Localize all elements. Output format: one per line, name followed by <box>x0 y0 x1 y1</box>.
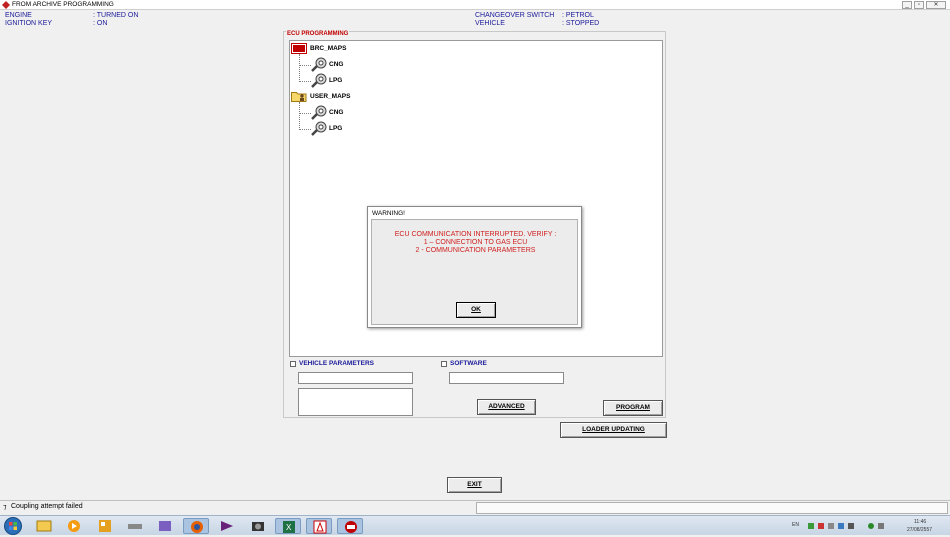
vehicle-parameters-label: VEHICLE PARAMETERS <box>299 360 374 367</box>
software-checkbox[interactable] <box>441 361 447 367</box>
status-message: Coupling attempt failed <box>11 503 83 510</box>
vehicle-value: : STOPPED <box>562 20 600 27</box>
tree-node-user-cng[interactable]: CNG <box>329 109 343 116</box>
software-field[interactable] <box>449 372 564 384</box>
vehicle-parameters-details[interactable] <box>298 388 413 416</box>
advanced-button[interactable]: ADVANCED <box>477 399 536 415</box>
dialog-message-line1: ECU COMMUNICATION INTERRUPTED. VERIFY : <box>394 231 557 238</box>
system-tray-icons[interactable] <box>808 521 888 531</box>
program-button[interactable]: PROGRAM <box>603 400 663 416</box>
maximize-button[interactable]: ▫ <box>914 1 924 9</box>
app-taskbar-icon[interactable] <box>92 518 118 534</box>
camera-taskbar-icon[interactable] <box>245 518 271 534</box>
dialog-title: WARNING! <box>372 210 405 217</box>
title-bar: FROM ARCHIVE PROGRAMMING _ ▫ ✕ <box>0 0 950 10</box>
tree-node-brc-lpg[interactable]: LPG <box>329 77 342 84</box>
vehicle-label: VEHICLE <box>475 20 505 27</box>
drive-taskbar-icon[interactable] <box>122 518 148 534</box>
close-button[interactable]: ✕ <box>926 1 946 9</box>
start-button-icon[interactable] <box>3 517 23 535</box>
vehicle-parameters-checkbox[interactable] <box>290 361 296 367</box>
status-panel <box>476 502 948 514</box>
ecu-programming-label: ECU PROGRAMMING <box>286 31 350 37</box>
language-indicator[interactable]: EN <box>792 522 799 528</box>
svg-text:X: X <box>286 523 292 532</box>
dialog-message-line2: 1 – CONNECTION TO GAS ECU <box>423 239 528 246</box>
brc-logo-icon <box>291 43 307 54</box>
tree-connector <box>299 54 300 82</box>
status-bar: ⁊ Coupling attempt failed <box>0 500 950 514</box>
wrench-icon <box>311 121 327 136</box>
ignition-value: : ON <box>93 20 108 27</box>
media-player-taskbar-icon[interactable] <box>61 518 87 534</box>
status-icon: ⁊ <box>3 504 7 511</box>
firefox-taskbar-icon[interactable] <box>183 518 209 534</box>
warning-dialog: WARNING! ECU COMMUNICATION INTERRUPTED. … <box>367 206 582 328</box>
wrench-icon <box>311 73 327 88</box>
tree-connector <box>299 102 300 130</box>
brc-app-icon <box>2 1 10 9</box>
explorer-taskbar-icon[interactable] <box>31 518 57 534</box>
ok-button[interactable]: OK <box>456 302 496 318</box>
window-title: FROM ARCHIVE PROGRAMMING <box>12 1 114 8</box>
folder-user-icon <box>291 92 307 102</box>
engine-value: : TURNED ON <box>93 12 139 19</box>
dialog-body: ECU COMMUNICATION INTERRUPTED. VERIFY : … <box>371 219 578 325</box>
clock-date[interactable]: 27/08/2557 <box>907 527 932 533</box>
exit-button[interactable]: EXIT <box>447 477 502 493</box>
engine-label: ENGINE <box>5 12 32 19</box>
visual-studio-taskbar-icon[interactable] <box>214 518 240 534</box>
changeover-value: : PETROL <box>562 12 594 19</box>
app-taskbar-icon[interactable] <box>152 518 178 534</box>
wrench-icon <box>311 105 327 120</box>
loader-updating-button[interactable]: LOADER UPDATING <box>560 422 667 438</box>
tree-node-user-lpg[interactable]: LPG <box>329 125 342 132</box>
excel-taskbar-icon[interactable]: X <box>275 518 301 534</box>
brc-taskbar-icon[interactable] <box>337 518 363 534</box>
ignition-label: IGNITION KEY <box>5 20 53 27</box>
vehicle-parameters-field[interactable] <box>298 372 413 384</box>
taskbar: X EN 11:46 27/08/2557 <box>0 515 950 535</box>
changeover-label: CHANGEOVER SWITCH <box>475 12 555 19</box>
tree-node-user-maps[interactable]: USER_MAPS <box>310 93 350 100</box>
tree-node-brc-maps[interactable]: BRC_MAPS <box>310 45 346 52</box>
wrench-icon <box>311 57 327 72</box>
minimize-button[interactable]: _ <box>902 1 912 9</box>
software-label: SOFTWARE <box>450 360 487 367</box>
acrobat-taskbar-icon[interactable] <box>306 518 332 534</box>
clock-time[interactable]: 11:46 <box>914 519 926 525</box>
tree-node-brc-cng[interactable]: CNG <box>329 61 343 68</box>
dialog-message-line3: 2 - COMMUNICATION PARAMETERS <box>415 247 536 254</box>
